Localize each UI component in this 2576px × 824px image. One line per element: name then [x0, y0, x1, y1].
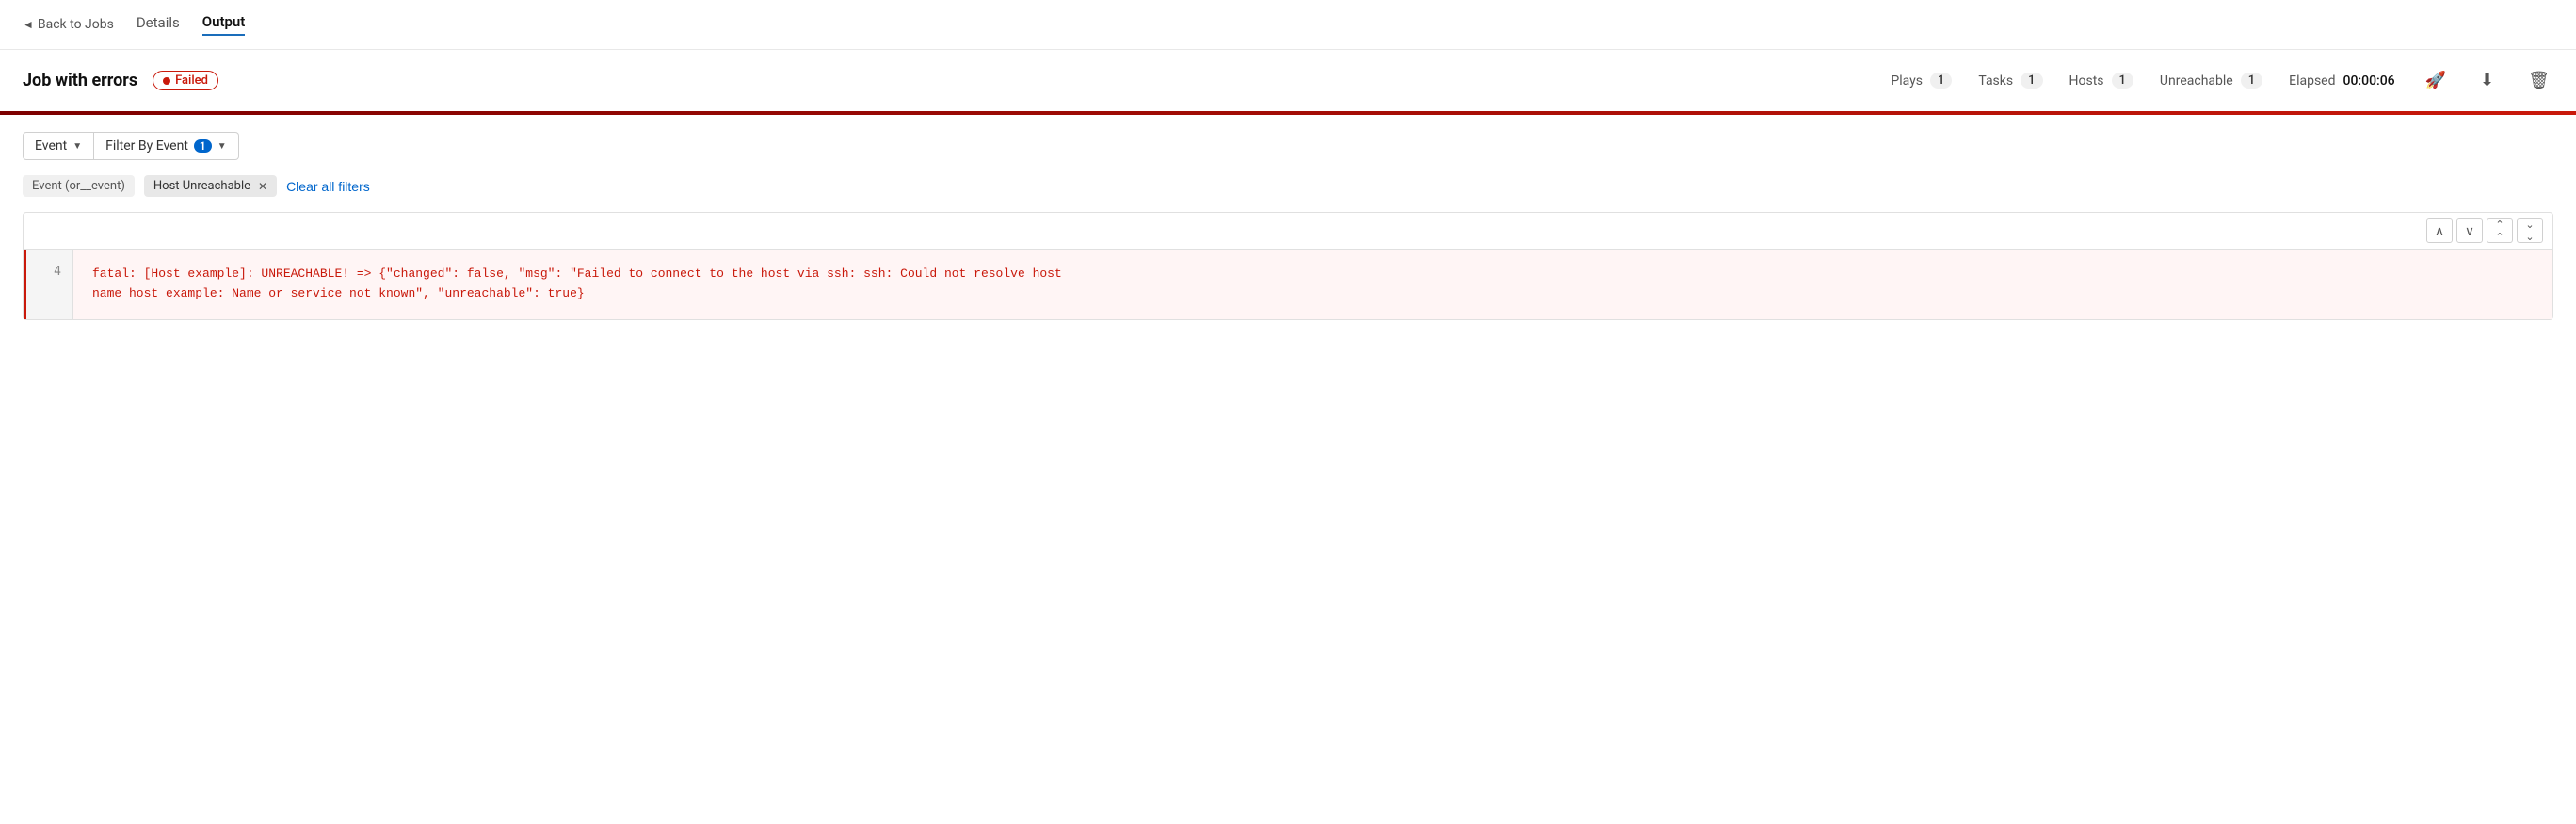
elapsed-stat: Elapsed 00:00:06 — [2289, 73, 2395, 89]
trash-icon: 🗑 — [2528, 71, 2550, 90]
scroll-down-button[interactable]: ∨ — [2456, 218, 2483, 243]
bottom-arrow-icon: ⌄⌄ — [2525, 218, 2534, 243]
hosts-label: Hosts — [2069, 73, 2104, 89]
tasks-label: Tasks — [1978, 73, 2013, 89]
tasks-count: 1 — [2021, 73, 2042, 89]
up-arrow-icon: ∧ — [2435, 223, 2444, 239]
line-number: 4 — [26, 250, 73, 319]
hosts-count: 1 — [2112, 73, 2133, 89]
top-nav: ◄ Back to Jobs Details Output — [0, 0, 2576, 50]
elapsed-label: Elapsed — [2289, 73, 2335, 89]
top-arrow-icon: ⌃⌃ — [2495, 218, 2504, 243]
scroll-up-button[interactable]: ∧ — [2426, 218, 2453, 243]
tab-output[interactable]: Output — [202, 13, 246, 36]
unreachable-label: Unreachable — [2160, 73, 2233, 89]
back-to-jobs-label: Back to Jobs — [38, 17, 114, 32]
filter-count-badge: 1 — [194, 139, 212, 153]
plays-count: 1 — [1930, 73, 1952, 89]
active-filters-row: Event (or__event) Host Unreachable ✕ Cle… — [23, 175, 2553, 197]
back-arrow-icon: ◄ — [23, 18, 34, 31]
rocket-button[interactable]: 🚀 — [2422, 67, 2450, 94]
output-row: 4 fatal: [Host example]: UNREACHABLE! =>… — [24, 250, 2552, 319]
delete-button[interactable]: 🗑 — [2524, 67, 2553, 94]
active-filter-label: Event (or__event) — [23, 175, 135, 197]
tasks-stat: Tasks 1 — [1978, 73, 2042, 89]
scroll-bottom-button[interactable]: ⌄⌄ — [2517, 218, 2543, 243]
scroll-top-button[interactable]: ⌃⌃ — [2487, 218, 2513, 243]
job-header: Job with errors Failed Plays 1 Tasks 1 H… — [0, 50, 2576, 111]
unreachable-stat: Unreachable 1 — [2160, 73, 2262, 89]
elapsed-value: 00:00:06 — [2343, 73, 2395, 89]
filter-area: Event ▼ Filter By Event 1 ▼ Event (or__e… — [0, 115, 2576, 197]
event-dropdown[interactable]: Event ▼ — [23, 132, 94, 160]
code-content: fatal: [Host example]: UNREACHABLE! => {… — [73, 250, 2552, 319]
filter-value-text: Host Unreachable — [153, 179, 250, 193]
output-toolbar: ∧ ∨ ⌃⌃ ⌄⌄ — [24, 213, 2552, 250]
status-badge: Failed — [153, 71, 218, 90]
event-dropdown-label: Event — [35, 138, 67, 153]
active-filter-value-tag: Host Unreachable ✕ — [144, 175, 277, 197]
tab-details[interactable]: Details — [137, 14, 180, 35]
status-label: Failed — [175, 73, 208, 88]
status-dot — [163, 77, 170, 85]
download-button[interactable]: ⬇ — [2476, 67, 2498, 94]
clear-all-filters-button[interactable]: Clear all filters — [286, 179, 370, 194]
download-icon: ⬇ — [2480, 71, 2494, 90]
plays-stat: Plays 1 — [1891, 73, 1952, 89]
job-title: Job with errors — [23, 71, 137, 90]
remove-filter-icon[interactable]: ✕ — [258, 180, 267, 193]
unreachable-count: 1 — [2241, 73, 2262, 89]
filter-by-event-dropdown[interactable]: Filter By Event 1 ▼ — [94, 132, 239, 160]
down-arrow-icon: ∨ — [2465, 223, 2474, 239]
filter-controls-row: Event ▼ Filter By Event 1 ▼ — [23, 132, 2553, 160]
output-container: ∧ ∨ ⌃⌃ ⌄⌄ 4 fatal: [Host example]: UNREA… — [23, 212, 2553, 320]
rocket-icon: 🚀 — [2425, 71, 2446, 90]
chevron-down-icon-2: ▼ — [217, 141, 227, 152]
job-stats: Plays 1 Tasks 1 Hosts 1 Unreachable 1 El… — [1891, 67, 2553, 94]
filter-by-event-label: Filter By Event — [105, 138, 188, 153]
plays-label: Plays — [1891, 73, 1923, 89]
chevron-down-icon: ▼ — [72, 141, 82, 152]
hosts-stat: Hosts 1 — [2069, 73, 2133, 89]
back-to-jobs-link[interactable]: ◄ Back to Jobs — [23, 17, 114, 32]
